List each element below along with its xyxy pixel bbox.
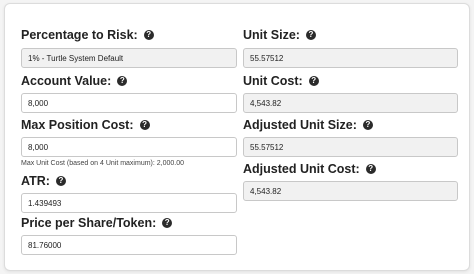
max-position-cost-input[interactable]: 8,000 (21, 137, 237, 157)
max-position-field: Max Position Cost: ? 8,000 Max Unit Cost… (21, 116, 237, 167)
account-value-label: Account Value: (21, 74, 112, 88)
question-circle-icon[interactable]: ? (143, 30, 154, 40)
question-circle-icon[interactable]: ? (362, 120, 373, 130)
question-circle-icon[interactable]: ? (55, 176, 66, 186)
unit-cost-label: Unit Cost: (243, 74, 303, 88)
price-label: Price per Share/Token: (21, 216, 157, 230)
unit-size-label: Unit Size: (243, 28, 300, 42)
atr-label: ATR: (21, 174, 50, 188)
question-circle-icon[interactable]: ? (117, 76, 128, 86)
risk-select[interactable]: 1% - Turtle System Default (21, 48, 237, 68)
question-circle-icon[interactable]: ? (162, 218, 173, 228)
adjusted-unit-cost-output: 4,543.82 (243, 181, 458, 201)
unit-size-field: Unit Size: ? 55.57512 (243, 26, 458, 68)
risk-label: Percentage to Risk: (21, 28, 138, 42)
risk-field: Percentage to Risk: ? 1% - Turtle System… (21, 26, 237, 68)
unit-cost-field: Unit Cost: ? 4,543.82 (243, 72, 458, 113)
adjusted-unit-cost-label: Adjusted Unit Cost: (243, 162, 360, 176)
account-field: Account Value: ? 8,000 (21, 72, 237, 113)
adjusted-unit-size-output: 55.57512 (243, 137, 458, 157)
max-unit-cost-hint: Max Unit Cost (based on 4 Unit maximum):… (21, 160, 185, 167)
max-position-cost-label: Max Position Cost: (21, 118, 134, 132)
question-circle-icon[interactable]: ? (139, 120, 150, 130)
unit-size-output: 55.57512 (243, 48, 458, 68)
adjusted-unit-cost-field: Adjusted Unit Cost: ? 4,543.82 (243, 160, 458, 201)
atr-input[interactable]: 1.439493 (21, 193, 237, 213)
adjusted-unit-size-label: Adjusted Unit Size: (243, 118, 357, 132)
question-circle-icon[interactable]: ? (308, 76, 319, 86)
question-circle-icon[interactable]: ? (305, 30, 316, 40)
price-field: Price per Share/Token: ? 81.76000 (21, 214, 237, 255)
question-circle-icon[interactable]: ? (365, 164, 376, 174)
atr-field: ATR: ? 1.439493 (21, 172, 237, 213)
unit-cost-output: 4,543.82 (243, 93, 458, 113)
price-input[interactable]: 81.76000 (21, 235, 237, 255)
calculator-card: Percentage to Risk: ? 1% - Turtle System… (4, 3, 470, 271)
account-value-input[interactable]: 8,000 (21, 93, 237, 113)
adjusted-unit-size-field: Adjusted Unit Size: ? 55.57512 (243, 116, 458, 157)
